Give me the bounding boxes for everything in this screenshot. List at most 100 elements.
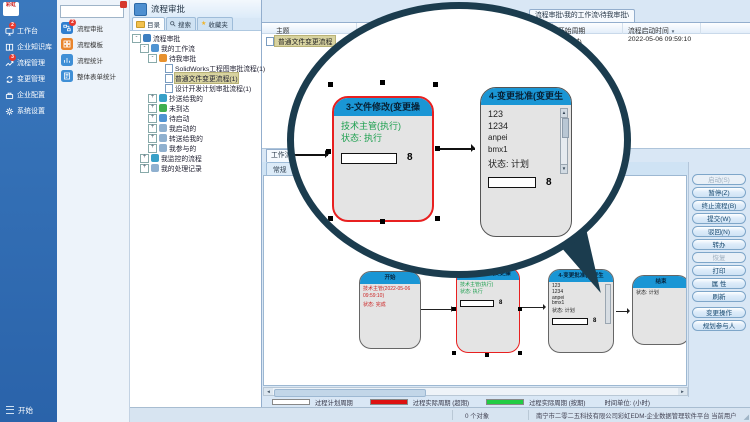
tree-node[interactable]: +抄送给我的 bbox=[130, 93, 261, 103]
module-item-process-approval[interactable]: 2 流程审批 bbox=[61, 21, 129, 35]
participant: bmx1 bbox=[488, 144, 564, 156]
print-button[interactable]: 打印 bbox=[692, 265, 746, 276]
pause-button[interactable]: 暂停(Z) bbox=[692, 187, 746, 198]
tree-node[interactable]: +我监控的流程 bbox=[130, 153, 261, 163]
node-scrollbar[interactable] bbox=[605, 284, 611, 324]
flow-node-end[interactable]: 结束 状态: 计划 bbox=[632, 275, 687, 345]
tree-node[interactable]: -流程审批 bbox=[130, 33, 261, 43]
node-title: 开始 bbox=[360, 272, 420, 284]
refresh-button[interactable]: 刷新 bbox=[692, 291, 746, 302]
collapse-icon[interactable]: - bbox=[140, 44, 149, 53]
nav-item-enterprise-config[interactable]: 企业配置 bbox=[0, 88, 57, 102]
expand-icon[interactable]: + bbox=[140, 154, 149, 163]
module-item-process-stats[interactable]: 流程统计 bbox=[61, 53, 129, 67]
expand-icon[interactable]: + bbox=[140, 164, 149, 173]
collapse-icon[interactable]: - bbox=[132, 34, 141, 43]
nav-item-workbench[interactable]: 工作台 2 bbox=[0, 24, 57, 38]
search-input[interactable] bbox=[60, 5, 124, 18]
tab-favorites[interactable]: ★ 收藏夹 bbox=[197, 17, 233, 30]
scroll-thumb[interactable] bbox=[274, 389, 426, 397]
selection-handle[interactable] bbox=[452, 351, 456, 355]
node-icon bbox=[143, 34, 151, 42]
submit-button[interactable]: 提交(W) bbox=[692, 213, 746, 224]
selection-handle[interactable] bbox=[433, 82, 438, 87]
row-subject[interactable]: 普通文件变更流程 bbox=[275, 36, 335, 46]
start-process-button[interactable]: 启动(S) bbox=[692, 174, 746, 185]
tree-node-selected[interactable]: 普通文件变更流程(1) bbox=[130, 73, 261, 83]
selection-handle[interactable] bbox=[328, 82, 333, 87]
col-start-time[interactable]: 流程启动时间▼ bbox=[628, 25, 675, 35]
change-ops-button[interactable]: 变更操作 bbox=[692, 307, 746, 318]
selection-handle[interactable] bbox=[435, 216, 440, 221]
resume-button[interactable]: 恢复 bbox=[692, 252, 746, 263]
selection-handle[interactable] bbox=[435, 146, 440, 151]
tree-node[interactable]: 设计开发计划审批流程(1) bbox=[130, 83, 261, 93]
flow-node-file-modify-zoom[interactable]: 3-文件修改(变更操 技术主管(执行) 状态: 执行 8 bbox=[332, 96, 434, 222]
scroll-thumb[interactable] bbox=[562, 118, 569, 138]
expand-icon[interactable]: + bbox=[148, 94, 157, 103]
flow-node-change-approve-zoom[interactable]: 4-变更批准(变更生 123 1234 anpei bmx1 状态: 计划 8 … bbox=[480, 87, 572, 237]
tree-node[interactable]: +我启动的 bbox=[130, 123, 261, 133]
flow-node-change-approve[interactable]: 4-变更批准(变更生 123 1234 anpei bmx1 状态: 计划 8 bbox=[548, 269, 614, 353]
scroll-up-icon[interactable]: ▲ bbox=[561, 109, 567, 118]
selection-handle[interactable] bbox=[328, 216, 333, 221]
legend-label: 过程计划周期 bbox=[315, 398, 353, 407]
tree-node[interactable]: +我的处理记录 bbox=[130, 163, 261, 173]
status-bar: 0 个对象 南宁市二零二五科技有限公司彩虹EDM-企业数据管理软件平台 当前用户… bbox=[130, 407, 750, 422]
tree-node[interactable]: +待启动 bbox=[130, 113, 261, 123]
col-subject[interactable]: 主题 bbox=[276, 25, 290, 35]
tree-node[interactable]: SolidWorks工程图审批流程(1) bbox=[130, 63, 261, 73]
tree-panel-header: 流程审批 bbox=[130, 0, 261, 18]
plan-participants-button[interactable]: 规划参与人 bbox=[692, 320, 746, 331]
time-unit-label: 时间单位: (小时) bbox=[604, 398, 649, 407]
flow-node-start[interactable]: 开始 技术主管(2022-05-06 09:59:10) 状态: 完成 bbox=[359, 271, 421, 349]
progress-bar bbox=[552, 318, 588, 325]
tree-node[interactable]: +我参与的 bbox=[130, 143, 261, 153]
tree-node[interactable]: -我的工作流 bbox=[130, 43, 261, 53]
tree-node[interactable]: -待我审批 bbox=[130, 53, 261, 63]
properties-button[interactable]: 属 性 bbox=[692, 278, 746, 289]
nav-label: 变更管理 bbox=[17, 74, 45, 84]
selection-handle[interactable] bbox=[518, 307, 522, 311]
resize-grip-icon[interactable]: ◢ bbox=[744, 413, 749, 421]
reject-button[interactable]: 驳回(N) bbox=[692, 226, 746, 237]
expand-icon[interactable]: + bbox=[148, 114, 157, 123]
node-status: 状态: 计划 bbox=[552, 309, 610, 315]
process-approval-icon bbox=[134, 3, 147, 16]
selection-handle[interactable] bbox=[452, 307, 456, 311]
node-scrollbar[interactable]: ▲ ▼ bbox=[560, 108, 568, 174]
expand-icon[interactable]: + bbox=[148, 104, 157, 113]
nav-item-process-mgmt[interactable]: 流程管理 3 bbox=[0, 56, 57, 70]
start-button[interactable]: 开始 bbox=[0, 402, 57, 418]
star-icon: ★ bbox=[201, 21, 206, 27]
arrowhead-icon bbox=[471, 144, 479, 152]
gear-icon bbox=[5, 107, 14, 116]
selection-handle[interactable] bbox=[380, 219, 385, 224]
tree-node[interactable]: +未到达 bbox=[130, 103, 261, 113]
nav-item-change-mgmt[interactable]: 变更管理 bbox=[0, 72, 57, 86]
scroll-down-icon[interactable]: ▼ bbox=[561, 164, 567, 173]
forward-button[interactable]: 转办 bbox=[692, 239, 746, 250]
tree-node[interactable]: +转送给我的 bbox=[130, 133, 261, 143]
terminate-button[interactable]: 终止流程(B) bbox=[692, 200, 746, 211]
scroll-right-icon[interactable]: ► bbox=[678, 388, 687, 395]
expand-icon[interactable]: + bbox=[148, 134, 157, 143]
module-item-process-template[interactable]: 流程模板 bbox=[61, 37, 129, 51]
collapse-icon[interactable]: - bbox=[148, 54, 157, 63]
selection-handle[interactable] bbox=[518, 351, 522, 355]
flow-node-file-modify[interactable]: 3-文件修改(变更操 技术主管(执行) 状态: 执行 8 bbox=[456, 267, 520, 353]
scroll-left-icon[interactable]: ◄ bbox=[264, 388, 273, 395]
nav-item-system-settings[interactable]: 系统设置 bbox=[0, 104, 57, 118]
tab-catalog[interactable]: 目录 bbox=[132, 17, 165, 30]
horizontal-scrollbar[interactable]: ◄ ► bbox=[263, 387, 688, 396]
selection-handle[interactable] bbox=[380, 80, 385, 85]
nav-item-knowledge[interactable]: 企业知识库 bbox=[0, 40, 57, 54]
module-item-form-stats[interactable]: 整体表单统计 bbox=[61, 69, 129, 83]
legend-swatch-ontime bbox=[486, 399, 524, 405]
expand-icon[interactable]: + bbox=[148, 144, 157, 153]
expand-icon[interactable]: + bbox=[148, 124, 157, 133]
selection-handle[interactable] bbox=[326, 149, 331, 154]
selection-handle[interactable] bbox=[485, 353, 489, 357]
node-icon bbox=[151, 164, 159, 172]
tab-search[interactable]: 搜索 bbox=[166, 17, 196, 30]
